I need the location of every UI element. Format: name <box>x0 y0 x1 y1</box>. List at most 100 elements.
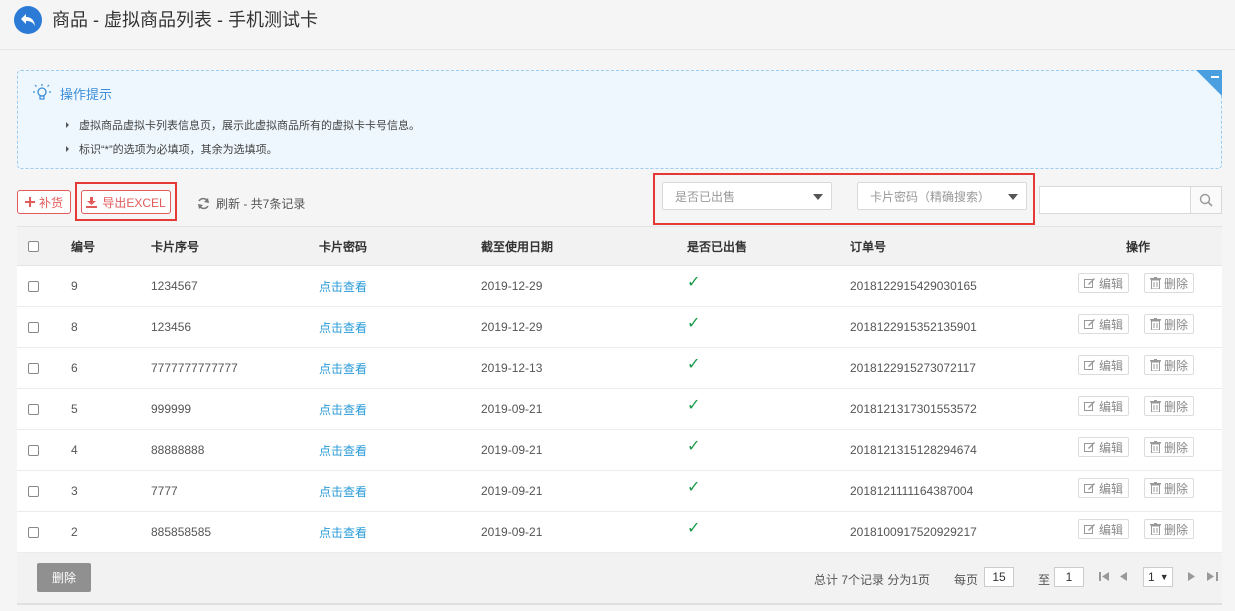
row-checkbox[interactable] <box>28 444 39 456</box>
row-checkbox[interactable] <box>28 403 39 415</box>
column-header: 操作 <box>1126 239 1151 254</box>
sold-check-icon: ✓ <box>687 438 701 455</box>
bulk-delete-button[interactable]: 删除 <box>37 563 91 592</box>
view-password-link[interactable]: 点击查看 <box>319 389 367 429</box>
prev-page-icon[interactable] <box>1119 571 1128 582</box>
refresh-button[interactable]: 刷新 - 共7条记录 <box>197 195 305 212</box>
delete-button[interactable]: 删除 <box>1144 437 1195 457</box>
view-password-link[interactable]: 点击查看 <box>319 348 367 388</box>
card-id: 9 <box>71 279 78 293</box>
row-checkbox[interactable] <box>28 362 39 374</box>
order-number: 2018122915352135901 <box>850 320 977 334</box>
tips-title: 操作提示 <box>32 83 112 103</box>
edit-button[interactable]: 编辑 <box>1078 314 1130 334</box>
first-page-icon[interactable] <box>1099 571 1110 582</box>
delete-button[interactable]: 删除 <box>1144 314 1195 334</box>
column-header[interactable]: 卡片序号 <box>151 227 199 265</box>
view-password-link[interactable]: 点击查看 <box>319 266 367 306</box>
card-table: 编号 卡片序号 卡片密码 截至使用日期 是否已出售 订单号 操作 9 12345… <box>17 226 1222 553</box>
edit-icon <box>1084 360 1095 370</box>
card-id: 6 <box>71 361 78 375</box>
row-checkbox[interactable] <box>28 485 39 497</box>
edit-button[interactable]: 编辑 <box>1078 519 1130 539</box>
select-all-checkbox-cell <box>28 227 39 265</box>
edit-button[interactable]: 编辑 <box>1078 355 1130 375</box>
tips-title-text: 操作提示 <box>60 86 113 102</box>
edit-button[interactable]: 编辑 <box>1078 396 1130 416</box>
order-number: 2018121315128294674 <box>850 443 977 457</box>
select-all-checkbox[interactable] <box>28 240 39 252</box>
chevron-down-icon: ▼ <box>1159 572 1169 582</box>
view-password-link[interactable]: 点击查看 <box>319 512 367 552</box>
per-page-label: 每页 <box>954 573 979 587</box>
delete-button[interactable]: 删除 <box>1144 355 1195 375</box>
order-number: 2018122915429030165 <box>850 279 977 293</box>
export-excel-button[interactable]: 导出EXCEL <box>81 190 171 214</box>
search-button[interactable] <box>1191 186 1222 214</box>
expiry-date: 2019-09-21 <box>481 484 543 498</box>
delete-button[interactable]: 删除 <box>1144 478 1195 498</box>
sold-check-icon: ✓ <box>687 356 701 373</box>
card-password-select[interactable]: 卡片密码（精确搜索） <box>857 182 1027 210</box>
collapse-tips-icon[interactable] <box>1196 70 1222 96</box>
back-button[interactable] <box>14 6 42 34</box>
column-header[interactable]: 是否已出售 <box>687 227 747 265</box>
order-number: 2018121111164387004 <box>850 484 974 498</box>
card-id: 8 <box>71 320 78 334</box>
goto-label: 至 <box>1038 573 1051 587</box>
tips-line: 虚拟商品虚拟卡列表信息页，展示此虚拟商品所有的虚拟卡卡号信息。 <box>66 117 420 133</box>
page-select[interactable]: 1 ▼ <box>1143 567 1173 587</box>
per-page-input[interactable]: 15 <box>984 567 1014 587</box>
expiry-date: 2019-12-29 <box>481 320 543 334</box>
delete-button[interactable]: 删除 <box>1144 519 1195 539</box>
delete-button[interactable]: 删除 <box>1144 396 1195 416</box>
row-checkbox[interactable] <box>28 280 39 292</box>
chevron-down-icon <box>1008 194 1018 200</box>
trash-icon <box>1150 441 1161 453</box>
row-checkbox[interactable] <box>28 526 39 538</box>
table-footer: 删除 总计 7个记录 分为1页 每页 15 至 1 1 ▼ <box>17 553 1222 605</box>
view-password-link[interactable]: 点击查看 <box>319 471 367 511</box>
sold-check-icon: ✓ <box>687 315 701 332</box>
table-row: 6 7777777777777 点击查看 2019-12-13 ✓ 201812… <box>17 348 1222 389</box>
column-header[interactable]: 卡片密码 <box>319 227 367 265</box>
table-row: 9 1234567 点击查看 2019-12-29 ✓ 201812291542… <box>17 266 1222 307</box>
column-header[interactable]: 编号 <box>71 227 95 265</box>
table-row: 3 7777 点击查看 2019-09-21 ✓ 201812111116438… <box>17 471 1222 512</box>
next-page-icon[interactable] <box>1187 571 1196 582</box>
bullet-icon <box>66 146 69 152</box>
card-id: 2 <box>71 525 78 539</box>
edit-button[interactable]: 编辑 <box>1078 437 1130 457</box>
chevron-down-icon <box>813 194 823 200</box>
edit-button[interactable]: 编辑 <box>1078 273 1130 293</box>
sold-check-icon: ✓ <box>687 520 701 537</box>
table-header: 编号 卡片序号 卡片密码 截至使用日期 是否已出售 订单号 操作 <box>17 226 1222 266</box>
page-header: 商品 - 虚拟商品列表 - 手机测试卡 <box>0 0 1235 50</box>
last-page-icon[interactable] <box>1207 571 1218 582</box>
restock-button[interactable]: 补货 <box>17 190 71 214</box>
row-checkbox[interactable] <box>28 321 39 333</box>
expiry-date: 2019-12-29 <box>481 279 543 293</box>
order-number: 2018100917520929217 <box>850 525 977 539</box>
toolbar: 补货 导出EXCEL 刷新 - 共7条记录 是否已出售 卡片密码（精确搜索） <box>17 173 1222 225</box>
column-header[interactable]: 订单号 <box>850 227 886 265</box>
view-password-link[interactable]: 点击查看 <box>319 307 367 347</box>
edit-button[interactable]: 编辑 <box>1078 478 1130 498</box>
sold-status-select[interactable]: 是否已出售 <box>662 182 832 210</box>
page-title: 商品 - 虚拟商品列表 - 手机测试卡 <box>52 10 318 30</box>
trash-icon <box>1150 400 1161 412</box>
order-number: 2018121317301553572 <box>850 402 977 416</box>
table-row: 4 88888888 点击查看 2019-09-21 ✓ 20181213151… <box>17 430 1222 471</box>
edit-icon <box>1084 278 1095 288</box>
card-serial: 999999 <box>151 402 192 416</box>
delete-button[interactable]: 删除 <box>1144 273 1195 293</box>
search-input[interactable] <box>1039 186 1191 214</box>
goto-page-input[interactable]: 1 <box>1054 567 1084 587</box>
column-header[interactable]: 截至使用日期 <box>481 227 553 265</box>
table-row: 2 885858585 点击查看 2019-09-21 ✓ 2018100917… <box>17 512 1222 553</box>
view-password-link[interactable]: 点击查看 <box>319 430 367 470</box>
card-id: 4 <box>71 443 78 457</box>
filter-highlight-frame: 是否已出售 卡片密码（精确搜索） <box>653 173 1035 225</box>
card-id: 3 <box>71 484 78 498</box>
sold-check-icon: ✓ <box>687 479 701 496</box>
